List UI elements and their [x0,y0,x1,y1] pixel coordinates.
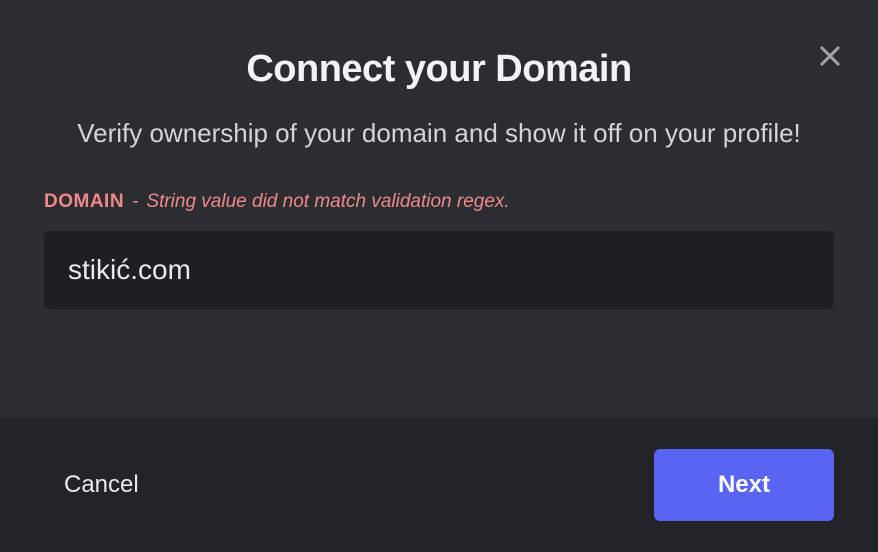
field-label-row: DOMAIN - String value did not match vali… [44,191,834,213]
close-button[interactable] [814,40,846,72]
modal-title: Connect your Domain [44,48,834,91]
close-icon [816,42,844,70]
domain-field-label: DOMAIN [44,191,124,213]
domain-input[interactable] [44,231,834,309]
connect-domain-modal: Connect your Domain Verify ownership of … [0,0,878,552]
field-error-message: String value did not match validation re… [146,191,509,213]
modal-content: Connect your Domain Verify ownership of … [0,0,878,418]
cancel-button[interactable]: Cancel [64,463,139,507]
modal-subtitle: Verify ownership of your domain and show… [44,115,834,151]
next-button[interactable]: Next [654,449,834,521]
modal-footer: Cancel Next [0,418,878,552]
field-separator: - [132,191,138,213]
